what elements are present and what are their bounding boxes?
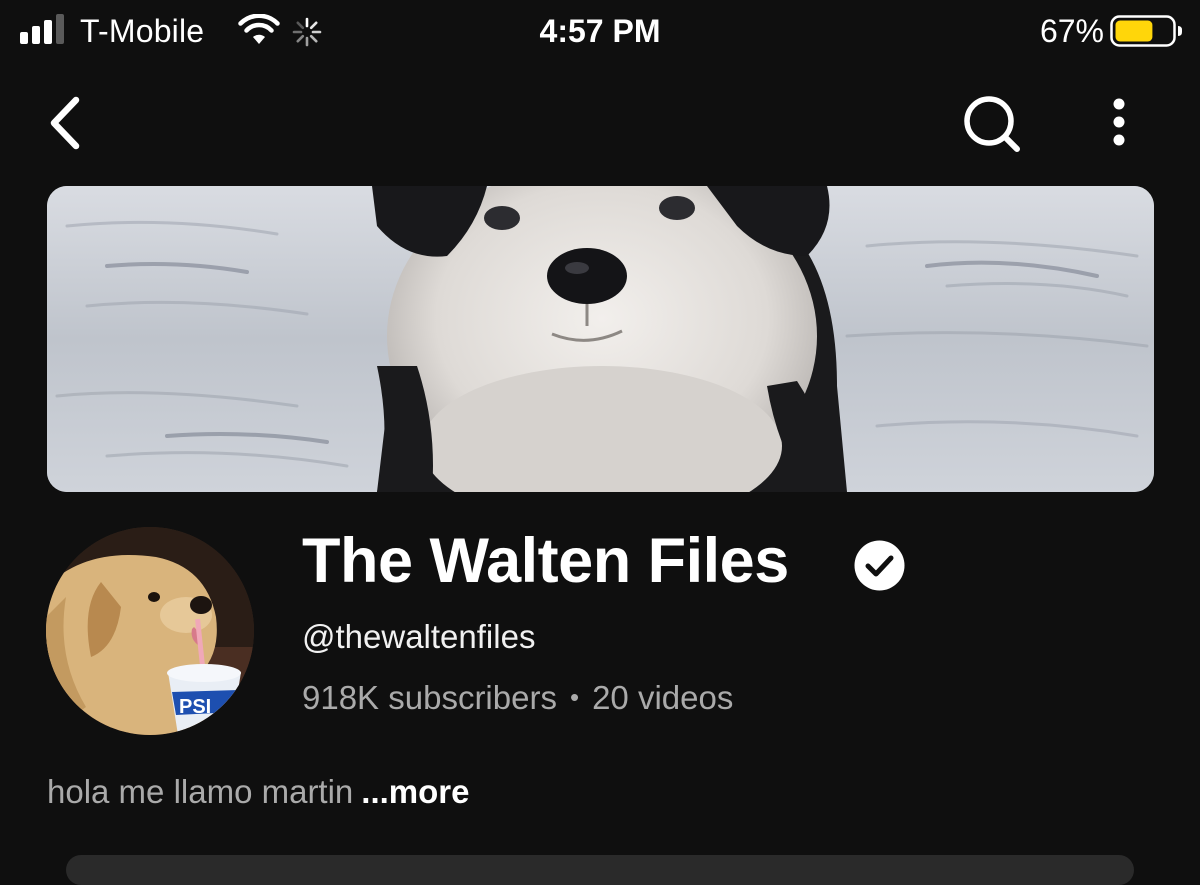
verified-check-icon [854, 540, 905, 591]
channel-description[interactable]: hola me llamo martin ...more [47, 771, 469, 813]
back-chevron-icon [50, 96, 80, 150]
channel-title: The Walten Files [302, 526, 789, 596]
subscriber-count: 918K subscribers [302, 679, 557, 716]
description-more-link[interactable]: ...more [361, 773, 469, 810]
battery-percent: 67% [1039, 13, 1104, 49]
channel-stats: 918K subscribers • 20 videos [302, 677, 733, 721]
channel-avatar[interactable]: PSI [46, 527, 254, 735]
avatar-cup-text: PSI [179, 696, 211, 718]
more-options-button[interactable] [1092, 90, 1146, 156]
more-vertical-icon [1113, 98, 1125, 146]
banner-image [47, 186, 1154, 492]
video-count: 20 videos [592, 679, 734, 716]
status-time: 4:57 PM [539, 13, 661, 49]
battery-icon [1110, 15, 1182, 47]
search-icon [964, 96, 1020, 152]
subscribe-button-peek[interactable] [66, 855, 1134, 885]
search-button[interactable] [955, 90, 1029, 156]
channel-handle: @thewaltenfiles [302, 618, 536, 655]
status-bar: T-Mobile 4:57 PM 67% [0, 0, 1200, 64]
stats-separator: • [569, 682, 580, 712]
channel-banner [47, 186, 1154, 492]
description-text: hola me llamo martin [47, 773, 354, 810]
avatar-image: PSI [46, 527, 254, 735]
back-button[interactable] [36, 90, 98, 156]
